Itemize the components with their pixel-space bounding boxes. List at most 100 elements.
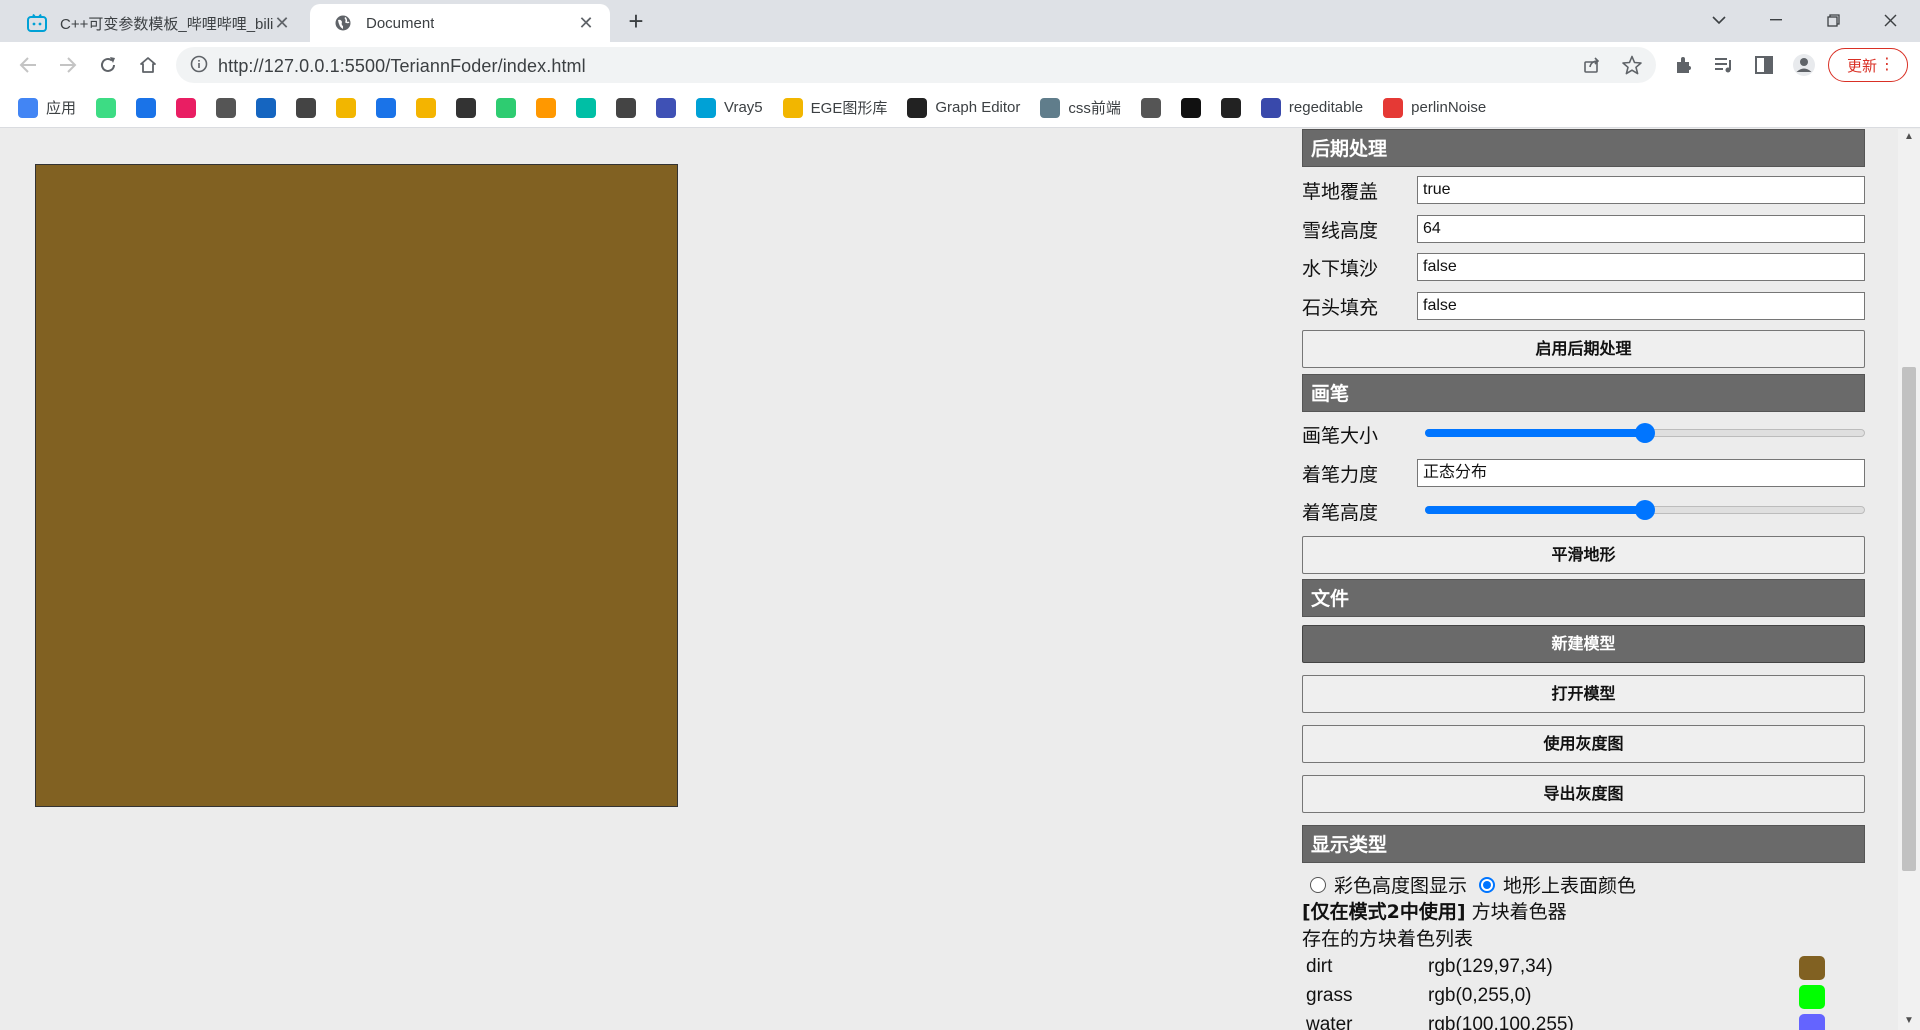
export-grayscale-button[interactable]: 导出灰度图	[1302, 775, 1865, 813]
bookmark-item[interactable]	[536, 97, 557, 118]
grass-cover-input[interactable]: true	[1417, 176, 1865, 204]
radio-surface-color-label: 地形上表面颜色	[1503, 875, 1637, 897]
block-name: grass	[1306, 985, 1353, 1006]
reload-icon[interactable]	[94, 51, 122, 79]
color-swatch[interactable]	[1799, 956, 1825, 980]
color-list-item[interactable]: water rgb(100,100,255)	[1302, 1012, 1865, 1030]
menu-dots-icon[interactable]: ⋮	[1879, 56, 1895, 74]
stone-fill-input[interactable]: false	[1417, 292, 1865, 320]
bookmark-item[interactable]	[1140, 97, 1161, 118]
bookmark-label: EGE图形库	[810, 100, 888, 117]
wave-icon	[576, 97, 597, 118]
tools-icon	[216, 97, 237, 118]
bilibili-icon	[26, 12, 48, 34]
apply-postprocess-button[interactable]: 启用后期处理	[1302, 330, 1865, 368]
underwater-sand-label: 水下填沙	[1302, 258, 1379, 280]
bookmark-item[interactable]: perlinNoise	[1383, 97, 1487, 118]
bookmark-label: perlinNoise	[1411, 99, 1487, 116]
tab-bilibili[interactable]: C++可变参数模板_哔哩哔哩_bili ✕	[4, 4, 306, 42]
smooth-terrain-button[interactable]: 平滑地形	[1302, 536, 1865, 574]
tab-document[interactable]: Document ✕	[310, 4, 610, 42]
brush-height-label: 着笔高度	[1302, 502, 1379, 524]
slider-thumb[interactable]	[1635, 500, 1655, 520]
site-info-icon[interactable]	[190, 55, 208, 78]
home-icon[interactable]	[134, 51, 162, 79]
bookmark-item[interactable]	[296, 97, 317, 118]
color-list-item[interactable]: grass rgb(0,255,0)	[1302, 983, 1865, 1011]
slider-thumb[interactable]	[1635, 423, 1655, 443]
bookmark-item[interactable]	[136, 97, 157, 118]
cup-icon	[416, 97, 437, 118]
color-swatch[interactable]	[1799, 985, 1825, 1009]
open-model-button[interactable]: 打开模型	[1302, 675, 1865, 713]
scroll-up-icon[interactable]: ▲	[1904, 131, 1914, 142]
share-icon[interactable]	[1580, 53, 1604, 77]
bookmark-item[interactable]	[416, 97, 437, 118]
minimize-icon[interactable]	[1754, 6, 1798, 34]
reading-list-icon[interactable]	[1712, 53, 1736, 77]
bookmark-item[interactable]	[456, 97, 477, 118]
block-colorer-title: [仅在模式2中使用] 方块着色器	[1302, 897, 1567, 924]
new-model-button[interactable]: 新建模型	[1302, 625, 1865, 663]
brush-height-slider[interactable]	[1425, 499, 1865, 521]
close-window-icon[interactable]	[1868, 6, 1912, 34]
control-panel: 后期处理 草地覆盖 true 雪线高度 64 水下填沙 false 石头填充 f…	[1302, 129, 1865, 1030]
bookmark-item[interactable]: Vray5	[696, 97, 763, 118]
restore-icon[interactable]	[1811, 6, 1855, 34]
bookmark-item[interactable]	[376, 97, 397, 118]
scroll-down-icon[interactable]: ▼	[1904, 1015, 1914, 1026]
postprocess-header: 后期处理	[1302, 129, 1865, 167]
close-tab-icon[interactable]: ✕	[272, 13, 292, 33]
bookmark-item[interactable]	[496, 97, 517, 118]
bookmark-item[interactable]	[216, 97, 237, 118]
radio-color-height[interactable]	[1310, 876, 1326, 893]
bookmark-star-icon[interactable]	[1620, 53, 1644, 77]
snowline-input[interactable]: 64	[1417, 215, 1865, 243]
bookmark-item[interactable]	[96, 97, 117, 118]
duck-icon	[782, 97, 803, 118]
terrain-canvas[interactable]	[35, 164, 678, 807]
underwater-sand-input[interactable]: false	[1417, 253, 1865, 281]
globe-icon	[1140, 97, 1161, 118]
scrollbar-thumb[interactable]	[1902, 367, 1916, 871]
tab-search-icon[interactable]	[1697, 6, 1741, 34]
close-tab-icon[interactable]: ✕	[576, 13, 596, 33]
bookmark-item[interactable]: css前端	[1040, 97, 1121, 118]
bookmark-item[interactable]: 应用	[18, 97, 76, 118]
bookmark-item[interactable]	[576, 97, 597, 118]
radio-surface-color[interactable]	[1479, 876, 1496, 893]
back-arrow-icon[interactable]	[14, 51, 42, 79]
bookmark-item[interactable]	[656, 97, 677, 118]
pinwheel-icon	[176, 97, 197, 118]
bookmark-item[interactable]	[336, 97, 357, 118]
bookmark-item[interactable]	[1180, 97, 1201, 118]
bookmark-item[interactable]	[256, 97, 277, 118]
block-color-value: rgb(129,97,34)	[1428, 956, 1553, 977]
color-swatch[interactable]	[1799, 1014, 1825, 1030]
bookmark-item[interactable]	[1220, 97, 1241, 118]
bookmark-item[interactable]: regeditable	[1260, 97, 1363, 118]
bookmark-item[interactable]	[176, 97, 197, 118]
forward-arrow-icon[interactable]	[54, 51, 82, 79]
brush-strength-input[interactable]: 正态分布	[1417, 459, 1865, 487]
stone-fill-label: 石头填充	[1302, 297, 1379, 319]
color-list-item[interactable]: dirt rgb(129,97,34)	[1302, 954, 1865, 982]
extensions-icon[interactable]	[1672, 53, 1696, 77]
use-grayscale-button[interactable]: 使用灰度图	[1302, 725, 1865, 763]
new-tab-button[interactable]: +	[622, 8, 650, 36]
page-scrollbar[interactable]: ▲ ▼	[1898, 129, 1920, 1030]
address-bar[interactable]: http://127.0.0.1:5500/TeriannFoder/index…	[176, 47, 1656, 83]
side-panel-icon[interactable]	[1752, 53, 1776, 77]
bookmark-item[interactable]: EGE图形库	[782, 97, 888, 118]
no-sign-icon	[1180, 97, 1201, 118]
spinner-icon	[1040, 97, 1061, 118]
paw-icon	[1260, 97, 1281, 118]
block-color-value: rgb(100,100,255)	[1428, 1014, 1574, 1030]
bookmark-item[interactable]	[616, 97, 637, 118]
gear-ring-icon	[296, 97, 317, 118]
brush-size-slider[interactable]	[1425, 422, 1865, 444]
graph-icon	[907, 97, 928, 118]
update-button[interactable]: 更新 ⋮	[1828, 48, 1908, 82]
bookmark-item[interactable]: Graph Editor	[907, 97, 1020, 118]
profile-avatar-icon[interactable]	[1792, 53, 1816, 77]
